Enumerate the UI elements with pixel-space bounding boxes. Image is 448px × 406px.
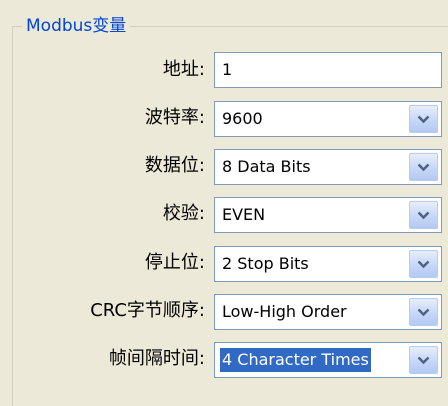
chevron-down-icon — [417, 211, 430, 219]
chevron-down-icon — [417, 260, 430, 268]
address-input[interactable]: 1 — [214, 52, 442, 88]
chevron-down-icon — [417, 115, 430, 123]
crc-byte-order-label: CRC字节顺序: — [90, 300, 205, 321]
stop-bits-label: 停止位: — [144, 252, 205, 273]
stop-bits-dropdown-button[interactable] — [409, 250, 438, 278]
parity-value: EVEN — [222, 205, 266, 224]
crc-byte-order-select[interactable]: Low-High Order — [214, 294, 442, 330]
frame-interval-value: 4 Character Times — [219, 347, 372, 373]
parity-select[interactable]: EVEN — [214, 197, 442, 233]
stop-bits-value: 2 Stop Bits — [222, 254, 309, 273]
address-value: 1 — [222, 60, 233, 79]
baud-rate-label: 波特率: — [144, 107, 205, 128]
data-bits-select[interactable]: 8 Data Bits — [214, 149, 442, 185]
data-bits-value: 8 Data Bits — [222, 157, 311, 176]
baud-rate-value: 9600 — [222, 109, 263, 128]
chevron-down-icon — [417, 308, 430, 316]
data-bits-dropdown-button[interactable] — [409, 153, 438, 181]
group-title: Modbus变量 — [22, 12, 131, 40]
address-label: 地址: — [162, 59, 205, 80]
frame-interval-select[interactable]: 4 Character Times — [214, 342, 442, 378]
stop-bits-select[interactable]: 2 Stop Bits — [214, 246, 442, 282]
parity-label: 校验: — [162, 203, 205, 224]
parity-dropdown-button[interactable] — [409, 201, 438, 229]
baud-rate-select[interactable]: 9600 — [214, 101, 442, 137]
frame-interval-label: 帧间隔时间: — [108, 348, 205, 369]
chevron-down-icon — [417, 356, 430, 364]
crc-byte-order-dropdown-button[interactable] — [409, 298, 438, 326]
baud-rate-dropdown-button[interactable] — [409, 105, 438, 133]
data-bits-label: 数据位: — [144, 155, 205, 176]
chevron-down-icon — [417, 163, 430, 171]
crc-byte-order-value: Low-High Order — [222, 302, 347, 321]
frame-interval-dropdown-button[interactable] — [409, 346, 438, 374]
